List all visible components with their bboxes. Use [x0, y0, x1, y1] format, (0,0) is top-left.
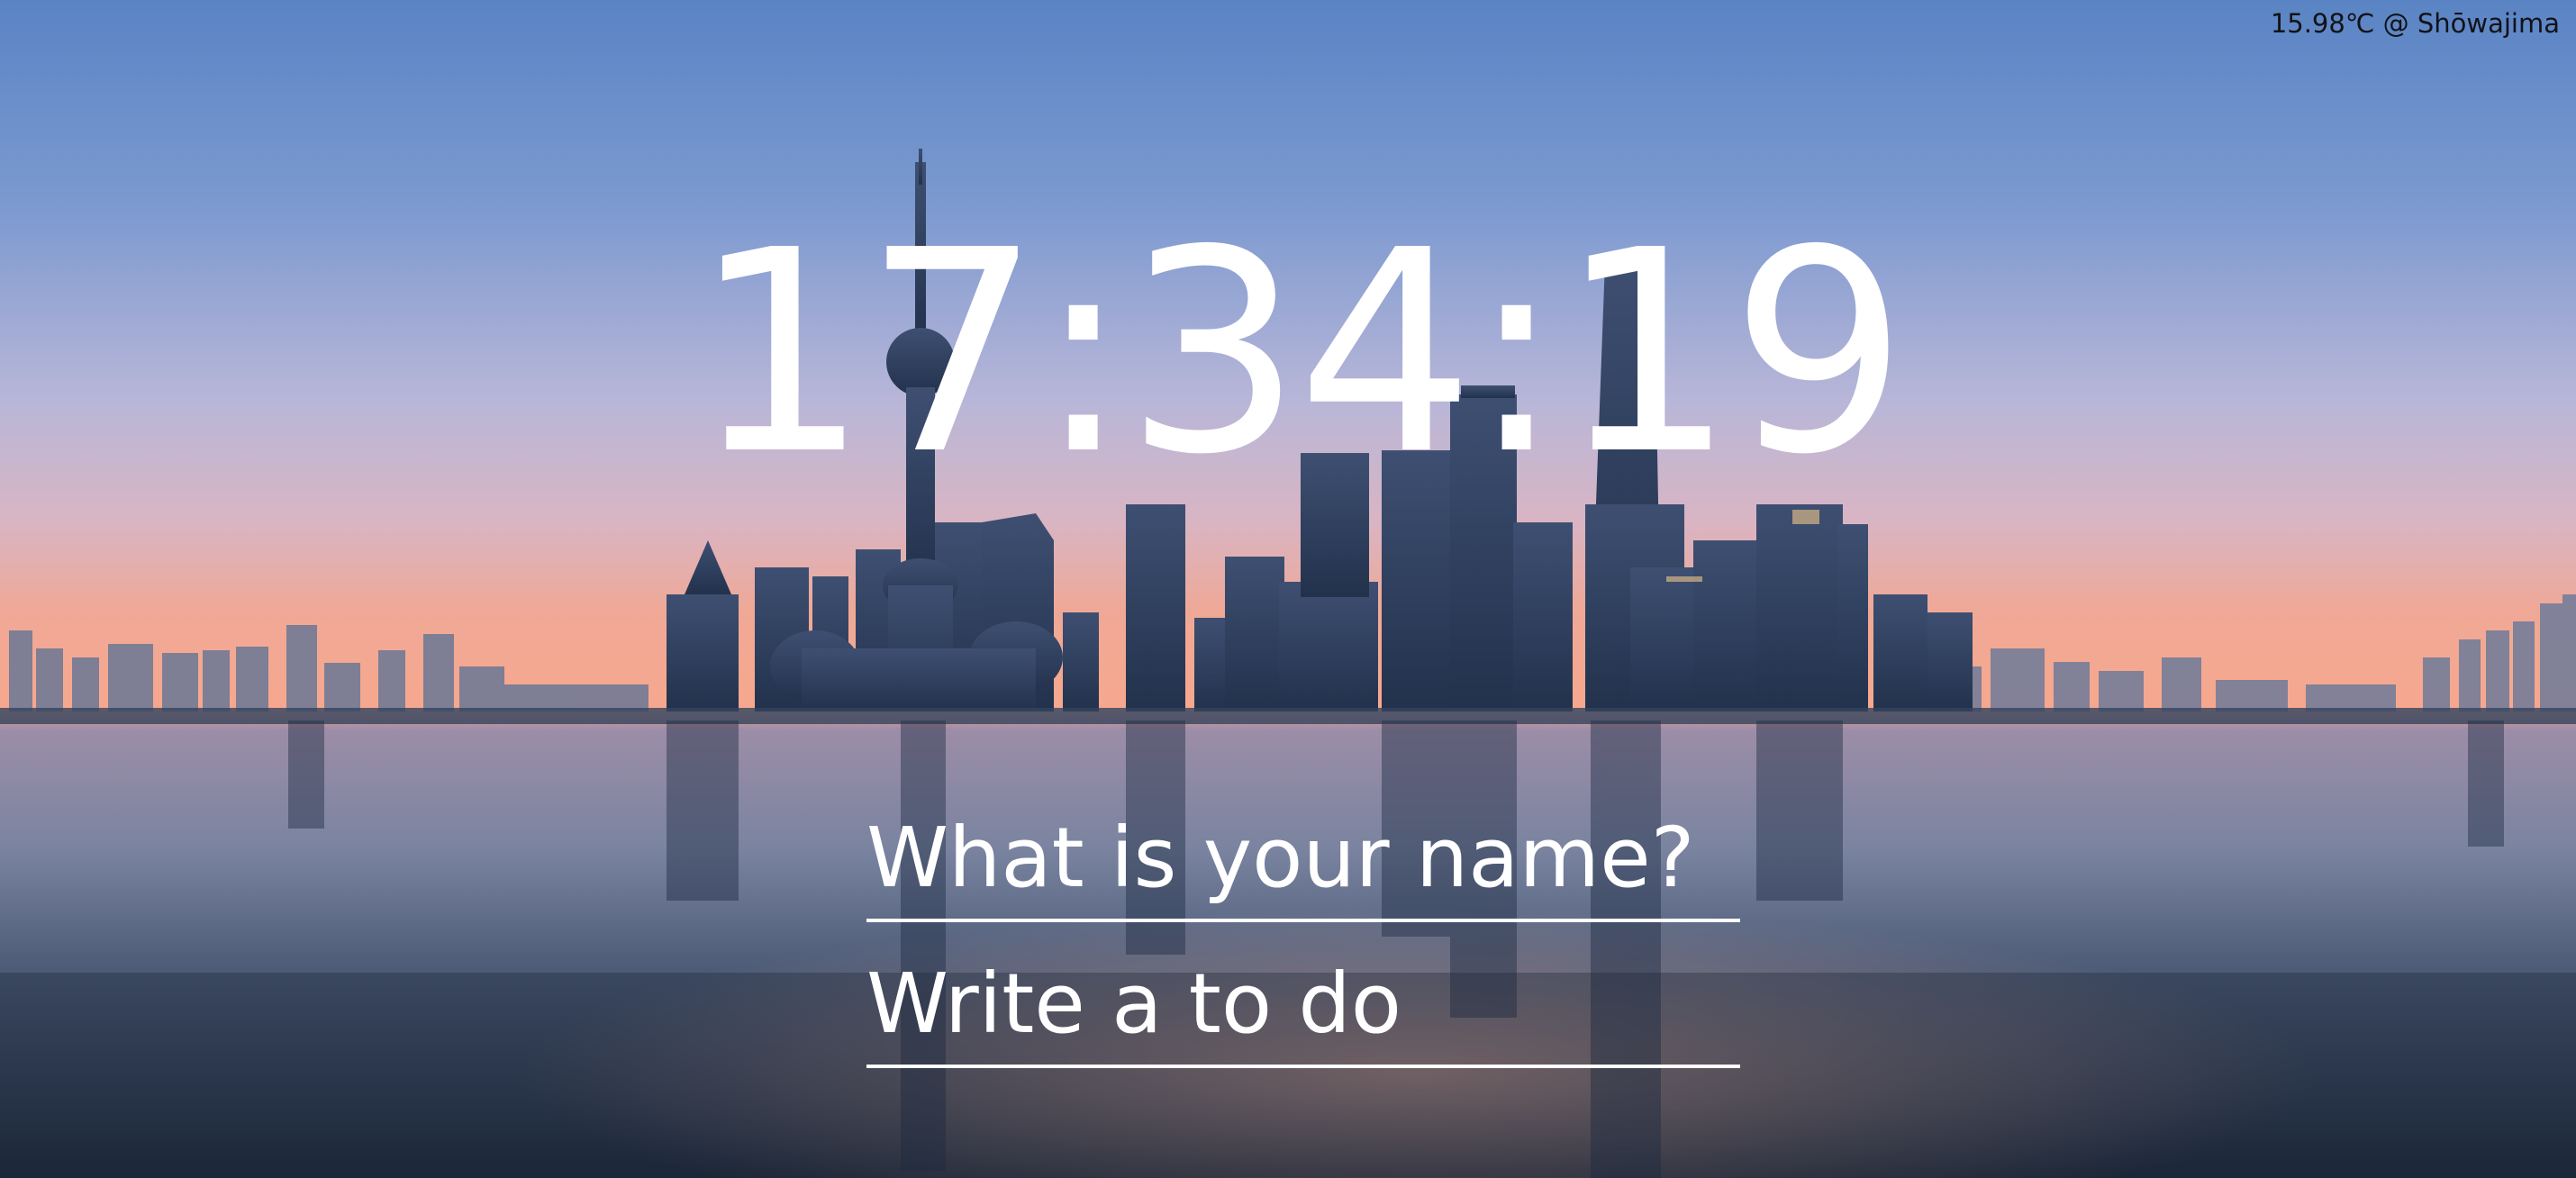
todo-input[interactable]: [866, 942, 1740, 1068]
clock-display: 17:34:19: [691, 191, 1908, 516]
page: 15.98℃ @ Shōwajima 17:34:19: [0, 0, 2576, 1178]
name-input[interactable]: [866, 796, 1740, 922]
weather-readout: 15.98℃ @ Shōwajima: [2270, 8, 2560, 39]
